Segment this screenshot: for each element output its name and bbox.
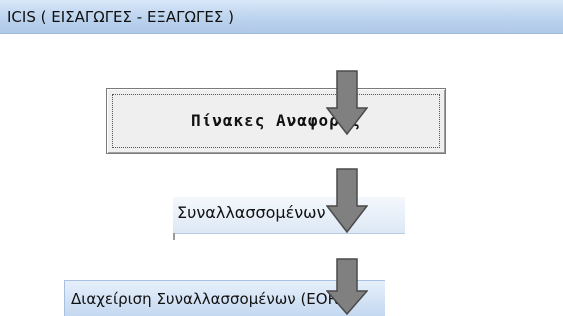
reference-tables-button[interactable]: Πίνακες Αναφοράς — [106, 88, 446, 154]
window-titlebar: ICIS ( ΕΙΣΑΓΩΓΕΣ - ΕΞΑΓΩΓΕΣ ) — [0, 0, 563, 34]
submenu-item-traders[interactable]: Συναλλασσομένων — [173, 197, 405, 234]
reference-tables-button-label: Πίνακες Αναφοράς — [190, 111, 362, 130]
window-title: ICIS ( ΕΙΣΑΓΩΓΕΣ - ΕΞΑΓΩΓΕΣ ) — [7, 8, 234, 26]
submenu-item-label: Συναλλασσομένων — [177, 203, 326, 222]
down-arrow-icon — [326, 258, 368, 315]
down-arrow-icon — [326, 70, 368, 136]
submenu-divider — [173, 233, 175, 240]
form-title: Διαχείριση Συναλλασσομένων (EORI) — [71, 290, 349, 308]
down-arrow-icon — [326, 168, 368, 234]
